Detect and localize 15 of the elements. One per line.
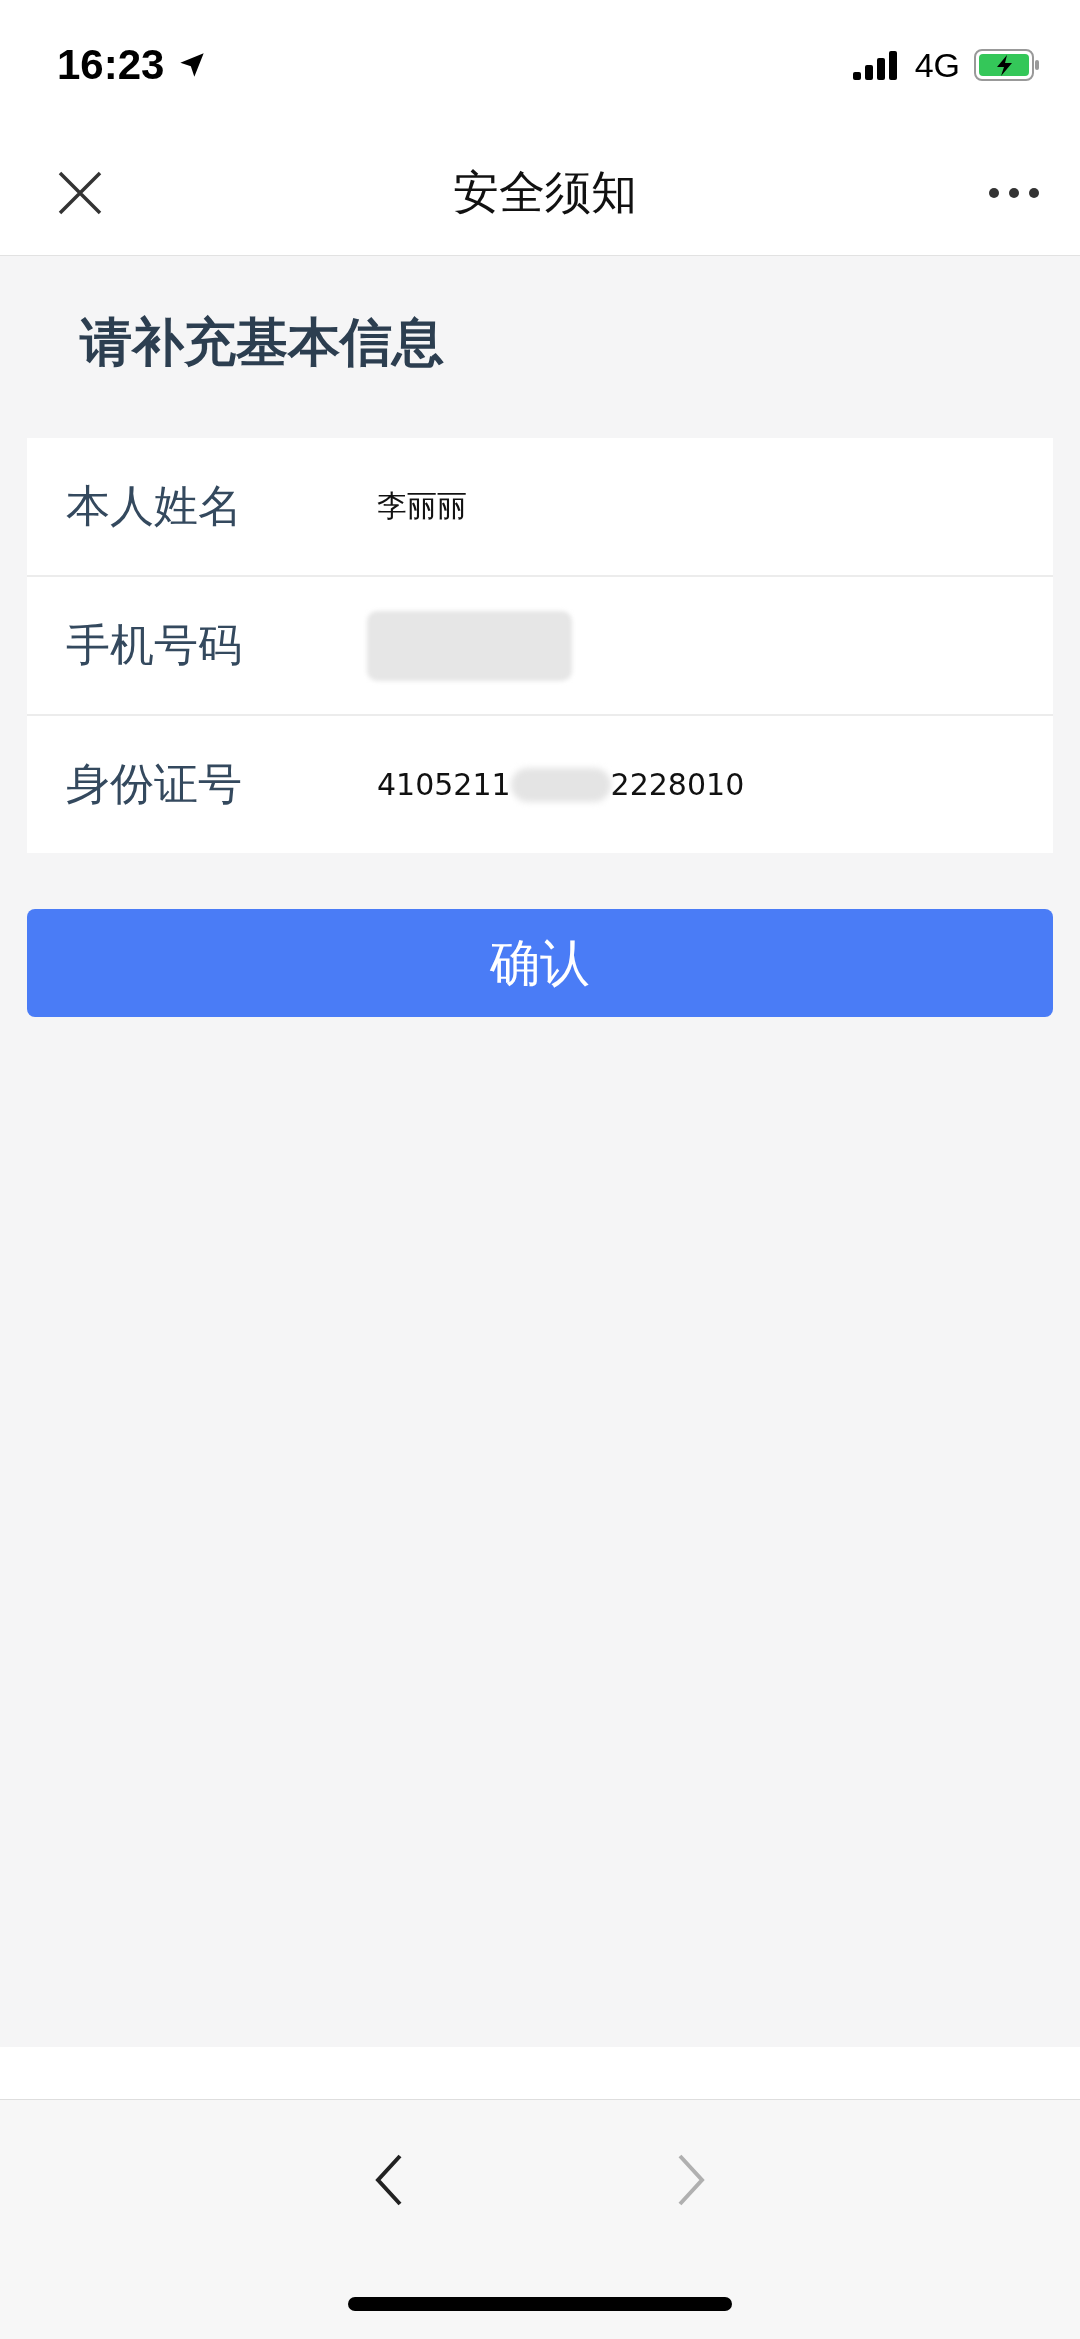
- confirm-button[interactable]: 确认: [27, 909, 1053, 1017]
- id-number-end: 2228010: [610, 767, 745, 802]
- location-arrow-icon: [178, 51, 207, 79]
- page-title: 安全须知: [453, 163, 637, 221]
- field-label: 手机号码: [65, 618, 243, 672]
- input-field[interactable]: 李丽丽: [377, 486, 467, 527]
- more-icon[interactable]: [988, 186, 1040, 199]
- form-heading: 请补充基本信息: [78, 311, 445, 374]
- network-label: 4G: [914, 45, 960, 85]
- battery-icon: [974, 49, 1040, 81]
- status-time: 16:23: [57, 41, 165, 89]
- id-number-start: 4105211: [377, 767, 511, 802]
- close-icon[interactable]: [58, 170, 102, 215]
- field-label: 身份证号: [65, 757, 243, 811]
- field-label: 本人姓名: [65, 479, 243, 533]
